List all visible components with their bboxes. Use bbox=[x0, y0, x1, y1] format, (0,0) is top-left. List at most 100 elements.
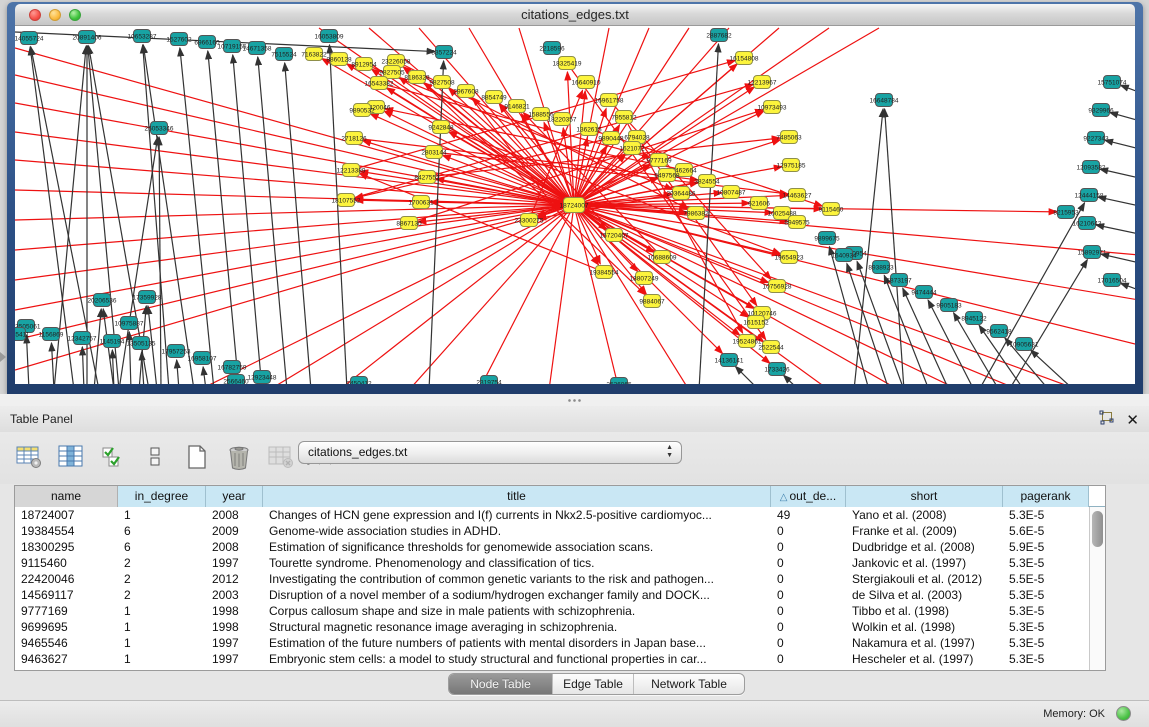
graph-node[interactable]: 20891406 bbox=[73, 31, 102, 44]
graph-node[interactable]: 9227343 bbox=[1083, 132, 1109, 145]
graph-node[interactable]: 16782759 bbox=[218, 361, 247, 374]
graph-node[interactable]: 8912954 bbox=[351, 58, 377, 71]
graph-node[interactable]: 8949575 bbox=[784, 216, 810, 229]
graph-node[interactable]: 9115460 bbox=[819, 203, 844, 216]
vertical-scrollbar[interactable] bbox=[1089, 507, 1105, 670]
graph-node[interactable]: 2522544 bbox=[758, 341, 784, 354]
row-selection-mode-icon[interactable] bbox=[98, 442, 128, 472]
graph-node[interactable]: 16648784 bbox=[870, 94, 899, 107]
graph-node[interactable]: 9899675 bbox=[814, 232, 840, 245]
collapse-panel-grip-icon[interactable] bbox=[0, 352, 6, 362]
graph-node[interactable]: 1700631 bbox=[408, 196, 434, 209]
network-canvas[interactable]: 1872400771638228860128891295423226058982… bbox=[15, 26, 1135, 384]
graph-node[interactable]: 7955812 bbox=[611, 111, 637, 124]
table-row[interactable]: 946362711997Embryonic stem cells: a mode… bbox=[15, 651, 1105, 667]
column-header-in-degree[interactable]: in_degree bbox=[118, 486, 206, 507]
graph-node[interactable]: 8186328 bbox=[404, 71, 430, 84]
table-settings-icon[interactable] bbox=[14, 442, 44, 472]
graph-node[interactable]: 9329966 bbox=[1088, 104, 1114, 117]
new-column-icon[interactable] bbox=[182, 442, 212, 472]
memory-ok-indicator[interactable] bbox=[1116, 706, 1131, 721]
graph-node[interactable]: 14463627 bbox=[783, 189, 812, 202]
graph-node[interactable]: 10975887 bbox=[115, 317, 144, 330]
graph-node[interactable]: 8867130 bbox=[396, 217, 422, 230]
column-header-title[interactable]: title bbox=[263, 486, 771, 507]
graph-node[interactable]: 10653287 bbox=[128, 30, 157, 43]
table-row[interactable]: 946554611997Estimation of the future num… bbox=[15, 635, 1105, 651]
tab-node-table[interactable]: Node Table bbox=[449, 674, 553, 694]
column-header-short[interactable]: short bbox=[846, 486, 1003, 507]
graph-node[interactable]: 1145194 bbox=[100, 335, 125, 348]
tab-edge-table[interactable]: Edge Table bbox=[553, 674, 634, 694]
column-header-out-de-[interactable]: △out_de... bbox=[771, 486, 846, 507]
graph-node[interactable]: 9827508 bbox=[429, 76, 455, 89]
graph-node[interactable]: 10807487 bbox=[717, 186, 746, 199]
graph-node[interactable]: 16958107 bbox=[188, 352, 217, 365]
graph-node[interactable]: 12093582 bbox=[1077, 161, 1106, 174]
graph-node[interactable]: 8938923 bbox=[868, 261, 894, 274]
window-titlebar[interactable]: citations_edges.txt bbox=[15, 4, 1135, 26]
column-header-year[interactable]: year bbox=[206, 486, 263, 507]
graph-node[interactable]: 8854749 bbox=[481, 91, 507, 104]
graph-node[interactable]: 6873197 bbox=[886, 274, 912, 287]
graph-node[interactable]: 18325419 bbox=[553, 57, 582, 70]
graph-node[interactable]: 6966160 bbox=[194, 36, 220, 49]
table-row[interactable]: 977716911998Corpus callosum shape and si… bbox=[15, 603, 1105, 619]
graph-node[interactable]: 19654923 bbox=[775, 251, 804, 264]
scrollbar-thumb[interactable] bbox=[1092, 511, 1103, 547]
table-row[interactable]: 911546021997Tourette syndrome. Phenomeno… bbox=[15, 555, 1105, 571]
column-chooser-icon[interactable] bbox=[56, 442, 86, 472]
graph-node[interactable]: 16961758 bbox=[595, 94, 624, 107]
graph-node[interactable]: 15720407 bbox=[600, 229, 629, 242]
tab-network-table[interactable]: Network Table bbox=[634, 674, 744, 694]
graph-node[interactable]: 2450412 bbox=[346, 377, 372, 385]
graph-node[interactable]: 8357224 bbox=[431, 46, 457, 59]
graph-node[interactable]: 8945122 bbox=[961, 312, 987, 325]
graph-node[interactable]: 2887682 bbox=[706, 29, 732, 42]
graph-node[interactable]: 18807249 bbox=[630, 272, 659, 285]
graph-node[interactable]: 7515524 bbox=[271, 48, 297, 61]
graph-node[interactable]: 12975185 bbox=[777, 159, 806, 172]
graph-node[interactable]: 7986382 bbox=[683, 207, 709, 220]
column-header-name[interactable]: name bbox=[15, 486, 118, 507]
graph-node[interactable]: 17359928 bbox=[133, 291, 162, 304]
graph-node[interactable]: 16053809 bbox=[315, 30, 344, 43]
graph-node[interactable]: 18107552 bbox=[332, 194, 361, 207]
graph-node[interactable]: 16640910 bbox=[572, 76, 601, 89]
graph-node[interactable]: 2218596 bbox=[539, 42, 565, 55]
graph-node[interactable]: 8860128 bbox=[326, 53, 352, 66]
table-row[interactable]: 1872400712008Changes of HCN gene express… bbox=[15, 507, 1105, 523]
graph-node[interactable]: 9474444 bbox=[911, 286, 937, 299]
graph-node[interactable]: 9146821 bbox=[504, 100, 530, 113]
graph-node[interactable]: 7485063 bbox=[776, 131, 802, 144]
table-row[interactable]: 1830029562008Estimation of significance … bbox=[15, 539, 1105, 555]
table-row[interactable]: 1938455462009Genome-wide association stu… bbox=[15, 523, 1105, 539]
merge-rows-icon[interactable] bbox=[140, 442, 170, 472]
graph-node[interactable]: 18724007 bbox=[560, 198, 589, 213]
graph-node[interactable]: 7163822 bbox=[301, 48, 327, 61]
graph-node[interactable]: 16210643 bbox=[1073, 217, 1102, 230]
graph-node[interactable]: 15892971 bbox=[1078, 246, 1107, 259]
panel-splitter[interactable] bbox=[0, 394, 1149, 406]
graph-node[interactable]: 2718126 bbox=[341, 132, 367, 145]
table-selector-dropdown[interactable]: citations_edges.txt ▲▼ bbox=[298, 441, 682, 464]
graph-node[interactable]: 12213967 bbox=[748, 76, 777, 89]
graph-node[interactable]: 2967608 bbox=[453, 85, 479, 98]
column-header-pagerank[interactable]: pagerank bbox=[1003, 486, 1089, 507]
delete-column-trash-icon[interactable] bbox=[224, 442, 254, 472]
graph-node[interactable]: 12923448 bbox=[248, 371, 277, 384]
graph-node[interactable]: 621606 bbox=[748, 197, 770, 210]
graph-node[interactable]: 9562418 bbox=[986, 325, 1012, 338]
graph-node[interactable]: 16154808 bbox=[730, 52, 759, 65]
graph-node[interactable]: 14136141 bbox=[715, 354, 744, 367]
table-row[interactable]: 2242004622012Investigating the contribut… bbox=[15, 571, 1105, 587]
graph-node[interactable]: 2319754 bbox=[476, 376, 502, 385]
graph-node[interactable]: 9884067 bbox=[639, 295, 665, 308]
table-row[interactable]: 1456911722003Disruption of a novel membe… bbox=[15, 587, 1105, 603]
graph-node[interactable]: 2803144 bbox=[421, 146, 447, 159]
graph-node[interactable]: 2526065 bbox=[606, 378, 632, 385]
graph-node[interactable]: 12444158 bbox=[1075, 189, 1104, 202]
graph-node[interactable]: 8215953 bbox=[1053, 206, 1079, 219]
graph-node[interactable]: 12342757 bbox=[68, 332, 97, 345]
graph-node[interactable]: 1527602 bbox=[166, 33, 192, 46]
